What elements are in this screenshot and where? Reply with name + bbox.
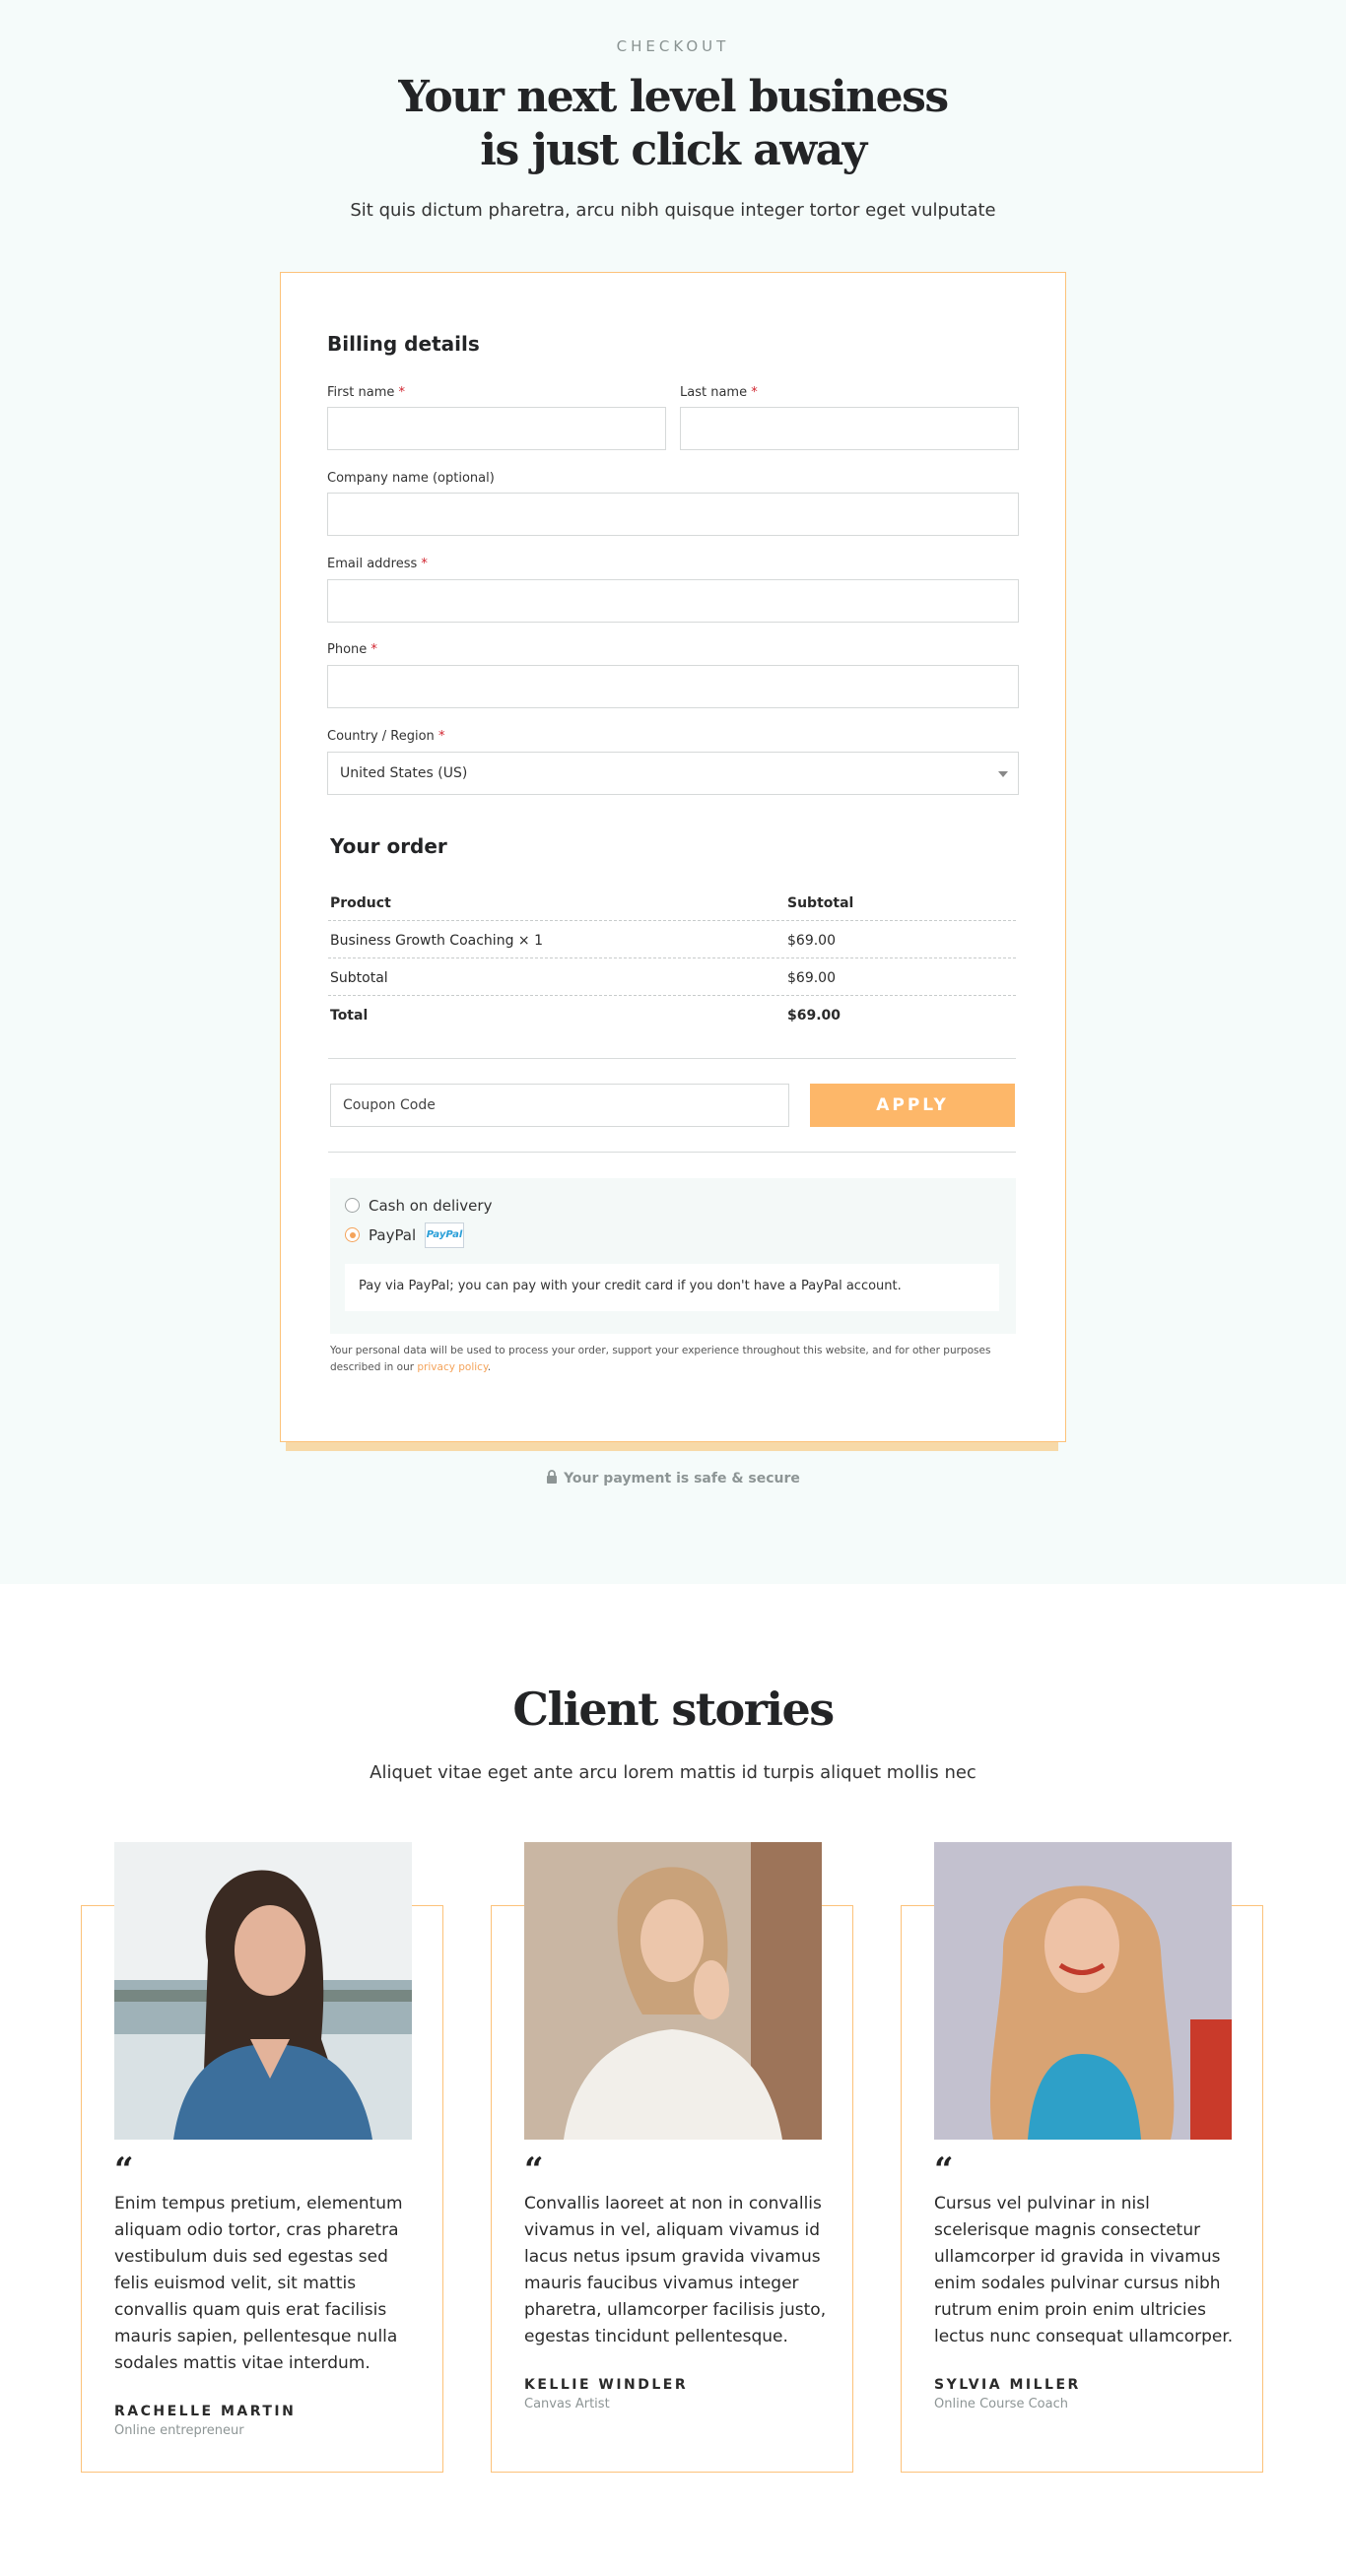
order-col-product: Product bbox=[330, 895, 391, 911]
client-role: Online Course Coach bbox=[934, 2397, 1068, 2411]
stories-subtitle: Aliquet vitae eget ante arcu lorem matti… bbox=[370, 1762, 976, 1783]
stories-title: Client stories bbox=[512, 1683, 835, 1736]
order-row-value: $69.00 bbox=[787, 933, 836, 949]
checkout-eyebrow: CHECKOUT bbox=[616, 37, 730, 55]
phone-label: Phone * bbox=[327, 642, 377, 657]
client-name: KELLIE WINDLER bbox=[524, 2377, 689, 2393]
email-label: Email address * bbox=[327, 557, 428, 571]
testimonial-quote: Cursus vel pulvinar in nisl scelerisque … bbox=[934, 2194, 1234, 2346]
testimonial-quote: Convallis laoreet at non in convallis vi… bbox=[524, 2194, 827, 2346]
client-name: SYLVIA MILLER bbox=[934, 2377, 1081, 2393]
order-row-label: Subtotal bbox=[330, 970, 388, 986]
cash-on-delivery-radio[interactable] bbox=[345, 1198, 360, 1213]
client-role: Online entrepreneur bbox=[114, 2423, 244, 2438]
order-col-subtotal: Subtotal bbox=[787, 895, 854, 911]
coupon-input[interactable]: Coupon Code bbox=[330, 1084, 789, 1127]
divider bbox=[328, 1058, 1016, 1059]
paypal-label[interactable]: PayPal bbox=[369, 1226, 416, 1244]
apply-coupon-button[interactable]: APPLY bbox=[810, 1084, 1015, 1127]
client-photo bbox=[114, 1842, 412, 2140]
email-field[interactable] bbox=[327, 579, 1019, 623]
order-row-value: $69.00 bbox=[787, 1008, 841, 1024]
quote-icon: “ bbox=[114, 2150, 134, 2190]
order-row-total: Total $69.00 bbox=[328, 996, 1016, 1033]
order-row-subtotal: Subtotal $69.00 bbox=[328, 958, 1016, 996]
paypal-logo-icon: PayPal bbox=[425, 1222, 464, 1248]
country-label: Country / Region * bbox=[327, 729, 445, 744]
last-name-label: Last name * bbox=[680, 385, 758, 400]
privacy-policy-link[interactable]: privacy policy bbox=[417, 1361, 487, 1373]
paypal-description: Pay via PayPal; you can pay with your cr… bbox=[345, 1264, 999, 1311]
country-select-value: United States (US) bbox=[340, 765, 468, 781]
page-title: Your next level business is just click a… bbox=[398, 72, 949, 175]
lock-icon bbox=[547, 1470, 558, 1484]
first-name-field[interactable] bbox=[327, 407, 666, 450]
testimonial-quote: Enim tempus pretium, elementum aliquam o… bbox=[114, 2194, 403, 2373]
order-row-product: Business Growth Coaching × 1 $69.00 bbox=[328, 921, 1016, 958]
chevron-down-icon bbox=[998, 771, 1008, 777]
divider bbox=[328, 1152, 1016, 1153]
client-name: RACHELLE MARTIN bbox=[114, 2404, 297, 2419]
paypal-radio[interactable] bbox=[345, 1227, 360, 1242]
phone-field[interactable] bbox=[327, 665, 1019, 708]
secure-payment-note: Your payment is safe & secure bbox=[0, 1470, 1346, 1486]
country-select[interactable]: United States (US) bbox=[327, 752, 1019, 795]
order-title: Your order bbox=[330, 834, 447, 858]
client-photo bbox=[934, 1842, 1232, 2140]
privacy-notice: Your personal data will be used to proce… bbox=[330, 1345, 991, 1373]
page-subtitle: Sit quis dictum pharetra, arcu nibh quis… bbox=[350, 200, 996, 221]
billing-title: Billing details bbox=[327, 332, 480, 356]
order-header-row: Product Subtotal bbox=[328, 884, 1016, 921]
order-row-label: Business Growth Coaching × 1 bbox=[330, 933, 543, 949]
order-row-value: $69.00 bbox=[787, 970, 836, 986]
first-name-label: First name * bbox=[327, 385, 405, 400]
order-row-label: Total bbox=[330, 1008, 369, 1024]
quote-icon: “ bbox=[934, 2150, 954, 2190]
last-name-field[interactable] bbox=[680, 407, 1019, 450]
cash-on-delivery-label[interactable]: Cash on delivery bbox=[369, 1197, 492, 1215]
quote-icon: “ bbox=[524, 2150, 544, 2190]
company-label: Company name (optional) bbox=[327, 471, 495, 486]
client-photo bbox=[524, 1842, 822, 2140]
company-field[interactable] bbox=[327, 493, 1019, 536]
client-role: Canvas Artist bbox=[524, 2397, 610, 2411]
